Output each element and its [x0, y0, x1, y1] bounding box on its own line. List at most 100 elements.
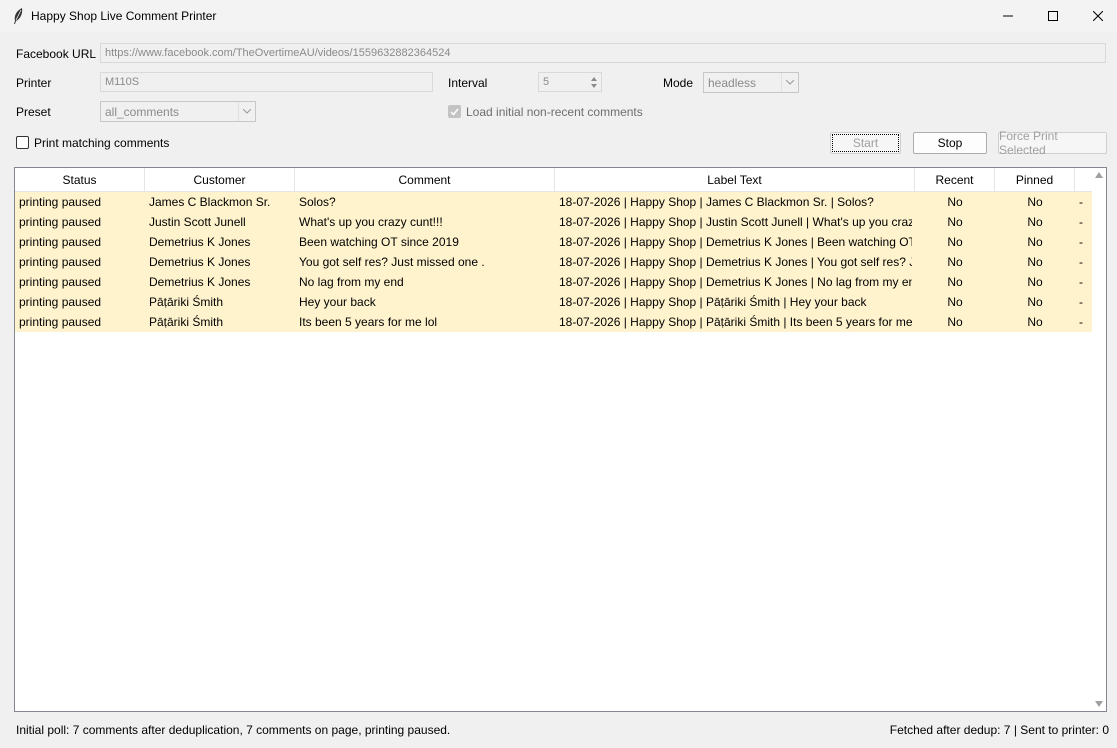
column-header-customer[interactable]: Customer	[145, 168, 295, 192]
start-button[interactable]: Start	[830, 132, 901, 154]
chevron-down-icon[interactable]	[781, 73, 798, 92]
table-row[interactable]: printing paused Pāṭāriki Śmith Its been 5 …	[15, 312, 1093, 332]
cell-comment: You got self res? Just missed one .	[299, 255, 485, 269]
column-header-recent[interactable]: Recent	[915, 168, 995, 192]
minimize-icon	[1003, 15, 1013, 17]
cell-extra: -	[1079, 275, 1083, 289]
comments-table[interactable]: Status Customer Comment Label Text Recen…	[14, 167, 1107, 712]
column-header-label-text[interactable]: Label Text	[555, 168, 915, 192]
cell-customer: Demetrius K Jones	[149, 235, 251, 249]
maximize-icon	[1048, 11, 1058, 21]
spin-down-icon[interactable]	[591, 83, 597, 88]
cell-comment: No lag from my end	[299, 275, 404, 289]
column-header-pinned[interactable]: Pinned	[995, 168, 1075, 192]
vertical-scrollbar[interactable]	[1092, 168, 1106, 711]
cell-recent: No	[947, 275, 963, 289]
cell-label-text: 18-07-2026 | Happy Shop | James C Blackm…	[559, 195, 874, 209]
print-matching-label: Print matching comments	[34, 136, 170, 150]
force-print-selected-button[interactable]: Force Print Selected	[998, 129, 1107, 157]
cell-comment: Its been 5 years for me lol	[299, 315, 438, 329]
cell-comment: Hey your back	[299, 295, 376, 309]
table-row[interactable]: printing paused James C Blackmon Sr. Solos…	[15, 192, 1093, 212]
facebook-url-label: Facebook URL	[16, 47, 97, 61]
spin-up-icon[interactable]	[591, 76, 597, 81]
load-initial-checkbox[interactable]	[448, 105, 461, 118]
cell-extra: -	[1079, 195, 1083, 209]
scroll-up-icon[interactable]	[1095, 172, 1103, 178]
title-bar: Happy Shop Live Comment Printer	[0, 0, 1117, 32]
load-initial-label: Load initial non-recent comments	[466, 105, 643, 119]
table-row[interactable]: printing paused Justin Scott Junell What's…	[15, 212, 1093, 232]
cell-extra: -	[1079, 235, 1083, 249]
interval-spin-buttons[interactable]	[589, 73, 599, 91]
cell-pinned: No	[1027, 215, 1043, 229]
cell-label-text: 18-07-2026 | Happy Shop | Demetrius K Jo…	[559, 255, 912, 269]
maximize-button[interactable]	[1030, 0, 1076, 32]
cell-customer: James C Blackmon Sr.	[149, 195, 271, 209]
column-header-comment[interactable]: Comment	[295, 168, 555, 192]
cell-recent: No	[947, 235, 963, 249]
cell-pinned: No	[1027, 235, 1043, 249]
cell-label-text: 18-07-2026 | Happy Shop | Pāṭāriki Śmith…	[559, 295, 867, 309]
cell-status: printing paused	[19, 255, 102, 269]
window-title: Happy Shop Live Comment Printer	[31, 9, 217, 23]
interval-label: Interval	[448, 76, 488, 90]
close-icon	[1093, 11, 1103, 21]
cell-label-text: 18-07-2026 | Happy Shop | Demetrius K Jo…	[559, 235, 912, 249]
table-row[interactable]: printing paused Demetrius K Jones No lag f…	[15, 272, 1093, 292]
print-matching-checkbox[interactable]	[16, 136, 29, 149]
cell-status: printing paused	[19, 195, 102, 209]
interval-spinbox[interactable]: 5	[538, 72, 602, 92]
cell-recent: No	[947, 295, 963, 309]
printer-input[interactable]: M110S	[100, 72, 433, 92]
cell-label-text: 18-07-2026 | Happy Shop | Pāṭāriki Śmith…	[559, 315, 912, 329]
table-row[interactable]: printing paused Demetrius K Jones Been wat…	[15, 232, 1093, 252]
cell-comment: Solos?	[299, 195, 336, 209]
cell-comment: Been watching OT since 2019	[299, 235, 459, 249]
cell-status: printing paused	[19, 315, 102, 329]
cell-extra: -	[1079, 255, 1083, 269]
interval-value: 5	[543, 76, 550, 88]
close-button[interactable]	[1075, 0, 1117, 32]
table-header: Status Customer Comment Label Text Recen…	[15, 168, 1093, 192]
cell-recent: No	[947, 215, 963, 229]
cell-extra: -	[1079, 315, 1083, 329]
cell-label-text: 18-07-2026 | Happy Shop | Justin Scott J…	[559, 215, 912, 229]
minimize-button[interactable]	[985, 0, 1031, 32]
cell-pinned: No	[1027, 275, 1043, 289]
facebook-url-input[interactable]: https://www.facebook.com/TheOvertimeAU/v…	[100, 43, 1106, 63]
scroll-down-icon[interactable]	[1095, 701, 1103, 707]
printer-label: Printer	[16, 76, 52, 90]
cell-customer: Pāṭāriki Śmith	[149, 295, 224, 309]
mode-value: headless	[708, 76, 757, 90]
mode-select[interactable]: headless	[703, 72, 799, 93]
preset-select[interactable]: all_comments	[100, 101, 256, 122]
cell-extra: -	[1079, 295, 1083, 309]
cell-pinned: No	[1027, 315, 1043, 329]
preset-value: all_comments	[105, 105, 180, 119]
status-message: Initial poll: 7 comments after deduplica…	[16, 723, 451, 737]
column-header-extra[interactable]	[1075, 168, 1093, 192]
cell-pinned: No	[1027, 195, 1043, 209]
cell-customer: Demetrius K Jones	[149, 275, 251, 289]
status-counts: Fetched after dedup: 7 | Sent to printer…	[889, 723, 1109, 737]
feather-icon	[14, 8, 23, 24]
stop-button[interactable]: Stop	[913, 132, 987, 154]
cell-recent: No	[947, 315, 963, 329]
cell-status: printing paused	[19, 215, 102, 229]
chevron-down-icon[interactable]	[238, 102, 255, 121]
cell-label-text: 18-07-2026 | Happy Shop | Demetrius K Jo…	[559, 275, 912, 289]
cell-recent: No	[947, 195, 963, 209]
cell-customer: Demetrius K Jones	[149, 255, 251, 269]
table-row[interactable]: printing paused Pāṭāriki Śmith Hey your ba…	[15, 292, 1093, 312]
cell-status: printing paused	[19, 275, 102, 289]
cell-status: printing paused	[19, 235, 102, 249]
preset-label: Preset	[16, 105, 51, 119]
cell-customer: Justin Scott Junell	[149, 215, 246, 229]
column-header-status[interactable]: Status	[15, 168, 145, 192]
cell-pinned: No	[1027, 255, 1043, 269]
cell-comment: What's up you crazy cunt!!!	[299, 215, 443, 229]
table-row[interactable]: printing paused Demetrius K Jones You got …	[15, 252, 1093, 272]
cell-pinned: No	[1027, 295, 1043, 309]
cell-customer: Pāṭāriki Śmith	[149, 315, 224, 329]
